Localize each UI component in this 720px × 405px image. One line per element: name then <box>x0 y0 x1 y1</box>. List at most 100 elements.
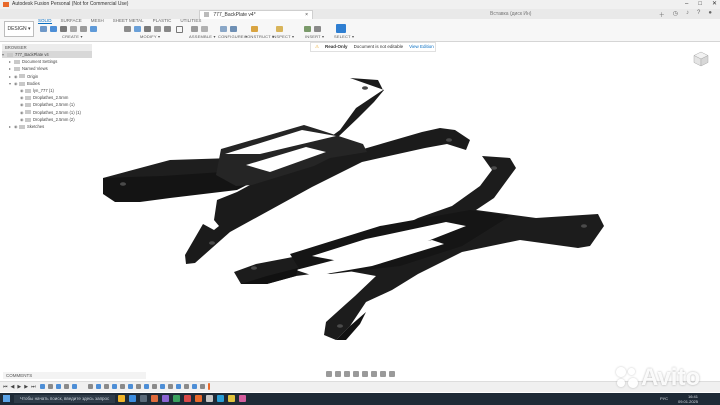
browser-node-document-settings[interactable]: ▸ Document Settings <box>2 58 92 65</box>
construct-menu[interactable]: CONSTRUCT ▾ <box>244 34 274 39</box>
grid-settings-icon[interactable] <box>380 371 386 377</box>
windows-start-icon[interactable] <box>3 395 10 402</box>
go-to-start-icon[interactable]: ⏮ <box>3 384 8 390</box>
timeline-feature[interactable] <box>200 384 205 389</box>
pan-icon[interactable] <box>344 371 350 377</box>
timeline-feature[interactable] <box>128 384 133 389</box>
tab-plastic[interactable]: PLASTIC <box>153 18 172 24</box>
timeline-feature[interactable] <box>72 384 77 389</box>
create-menu[interactable]: CREATE ▾ <box>62 34 83 39</box>
timeline-feature[interactable] <box>184 384 189 389</box>
workspace-dropdown[interactable]: DESIGN ▾ <box>4 21 34 37</box>
tab-utilities[interactable]: UTILITIES <box>180 18 201 24</box>
fusion-taskbar-icon[interactable] <box>195 395 202 402</box>
bell-icon[interactable]: ♪ <box>686 10 689 19</box>
tray-date[interactable]: 09.01.2025 <box>678 399 698 404</box>
assemble-menu[interactable]: ASSEMBLE ▾ <box>189 34 216 39</box>
create-sketch-icon[interactable] <box>50 26 57 32</box>
file-explorer-icon[interactable] <box>118 395 125 402</box>
insert-icon[interactable] <box>304 26 311 32</box>
display-settings-icon[interactable] <box>371 371 377 377</box>
configure-icon[interactable] <box>220 26 227 32</box>
browser-node-root[interactable]: ▾ 777_BackPlate v4 <box>2 51 92 59</box>
play-icon[interactable]: ▶ <box>17 384 21 390</box>
minimize-icon[interactable]: – <box>685 0 688 9</box>
app-icon[interactable] <box>228 395 235 402</box>
configure-menu[interactable]: CONFIGURE ▾ <box>218 34 247 39</box>
browser-node-body[interactable]: ◉ Droplathes_2.5mm (1) <box>2 101 92 108</box>
tab-surface[interactable]: SURFACE <box>61 18 82 24</box>
app-icon[interactable] <box>239 395 246 402</box>
go-to-end-icon[interactable]: ⏭ <box>31 384 36 390</box>
modify-menu[interactable]: MODIFY ▾ <box>140 34 160 39</box>
timeline-feature[interactable] <box>152 384 157 389</box>
timeline-marker[interactable] <box>208 383 210 390</box>
timeline-feature[interactable] <box>48 384 53 389</box>
timeline-feature[interactable] <box>136 384 141 389</box>
timeline-feature[interactable] <box>96 384 101 389</box>
fit-icon[interactable] <box>362 371 368 377</box>
canvas-icon[interactable] <box>314 26 321 32</box>
as-built-joint-icon[interactable] <box>201 26 208 32</box>
step-back-icon[interactable]: ◀ <box>11 384 15 390</box>
tab-mesh[interactable]: MESH <box>91 18 104 24</box>
inspect-menu[interactable]: INSPECT ▾ <box>272 34 294 39</box>
fillet-icon[interactable] <box>134 26 141 32</box>
step-forward-icon[interactable]: ▶ <box>24 384 28 390</box>
zoom-icon[interactable] <box>353 371 359 377</box>
tab-sheet-metal[interactable]: SHEET METAL <box>113 18 144 24</box>
extrude-icon[interactable] <box>60 26 67 32</box>
browser-node-body[interactable]: ◉ Droplathes_2.5mm <box>2 94 92 101</box>
browser-node-bodies[interactable]: ▾ ◉ Bodies <box>2 80 92 87</box>
table-icon[interactable] <box>230 26 237 32</box>
joint-icon[interactable] <box>191 26 198 32</box>
press-pull-icon[interactable] <box>124 26 131 32</box>
edge-icon[interactable] <box>129 395 136 402</box>
close-icon[interactable]: ✕ <box>712 0 717 9</box>
timeline-feature[interactable] <box>192 384 197 389</box>
shell-icon[interactable] <box>144 26 151 32</box>
timeline-feature[interactable] <box>64 384 69 389</box>
browser-node-origin[interactable]: ▸ ◉ Origin <box>2 73 92 80</box>
tab-solid[interactable]: SOLID <box>38 18 52 24</box>
view-cube[interactable] <box>693 51 709 67</box>
hole-icon[interactable] <box>80 26 87 32</box>
browser-node-sketches[interactable]: ▸ ◉ Sketches <box>2 123 92 130</box>
revolve-icon[interactable] <box>70 26 77 32</box>
user-avatar-icon[interactable]: ● <box>708 10 712 19</box>
timeline-feature[interactable] <box>176 384 181 389</box>
taskbar-search[interactable]: Чтобы начать поиск, введите здесь запрос <box>14 395 115 403</box>
app-icon[interactable] <box>217 395 224 402</box>
app-icon[interactable] <box>162 395 169 402</box>
browser-node-named-views[interactable]: ▸ Named Views <box>2 65 92 72</box>
new-component-icon[interactable] <box>40 26 47 32</box>
offset-plane-icon[interactable] <box>251 26 258 32</box>
browser-node-body[interactable]: ◉ Droplathes_2.5mm (2) <box>2 116 92 123</box>
app-icon[interactable] <box>184 395 191 402</box>
timeline-feature[interactable] <box>168 384 173 389</box>
pattern-icon[interactable] <box>90 26 97 32</box>
timeline-feature[interactable] <box>104 384 109 389</box>
timeline-feature[interactable] <box>88 384 93 389</box>
timeline-feature[interactable] <box>40 384 45 389</box>
timeline-feature[interactable] <box>160 384 165 389</box>
measure-icon[interactable] <box>276 26 283 32</box>
orbit-icon[interactable] <box>326 371 332 377</box>
clock-icon[interactable]: ◷ <box>673 10 678 19</box>
comments-panel[interactable]: COMMENTS <box>3 372 146 379</box>
app-icon[interactable] <box>173 395 180 402</box>
browser-node-body[interactable]: ◉ lyn_777 (1) <box>2 87 92 94</box>
viewport[interactable] <box>0 50 720 370</box>
timeline-feature[interactable] <box>112 384 117 389</box>
timeline-feature[interactable] <box>120 384 125 389</box>
add-tab-icon[interactable]: ＋ <box>659 10 665 19</box>
select-menu[interactable]: SELECT ▾ <box>334 34 354 39</box>
timeline-feature[interactable] <box>56 384 61 389</box>
combine-icon[interactable] <box>154 26 161 32</box>
app-icon[interactable] <box>206 395 213 402</box>
insert-menu[interactable]: INSERT ▾ <box>305 34 324 39</box>
app-icon[interactable] <box>151 395 158 402</box>
browser-node-body[interactable]: ◉ Droplathes_2.5mm (1) (1) <box>2 109 92 116</box>
help-icon[interactable]: ? <box>697 10 700 19</box>
select-icon[interactable] <box>336 24 346 33</box>
